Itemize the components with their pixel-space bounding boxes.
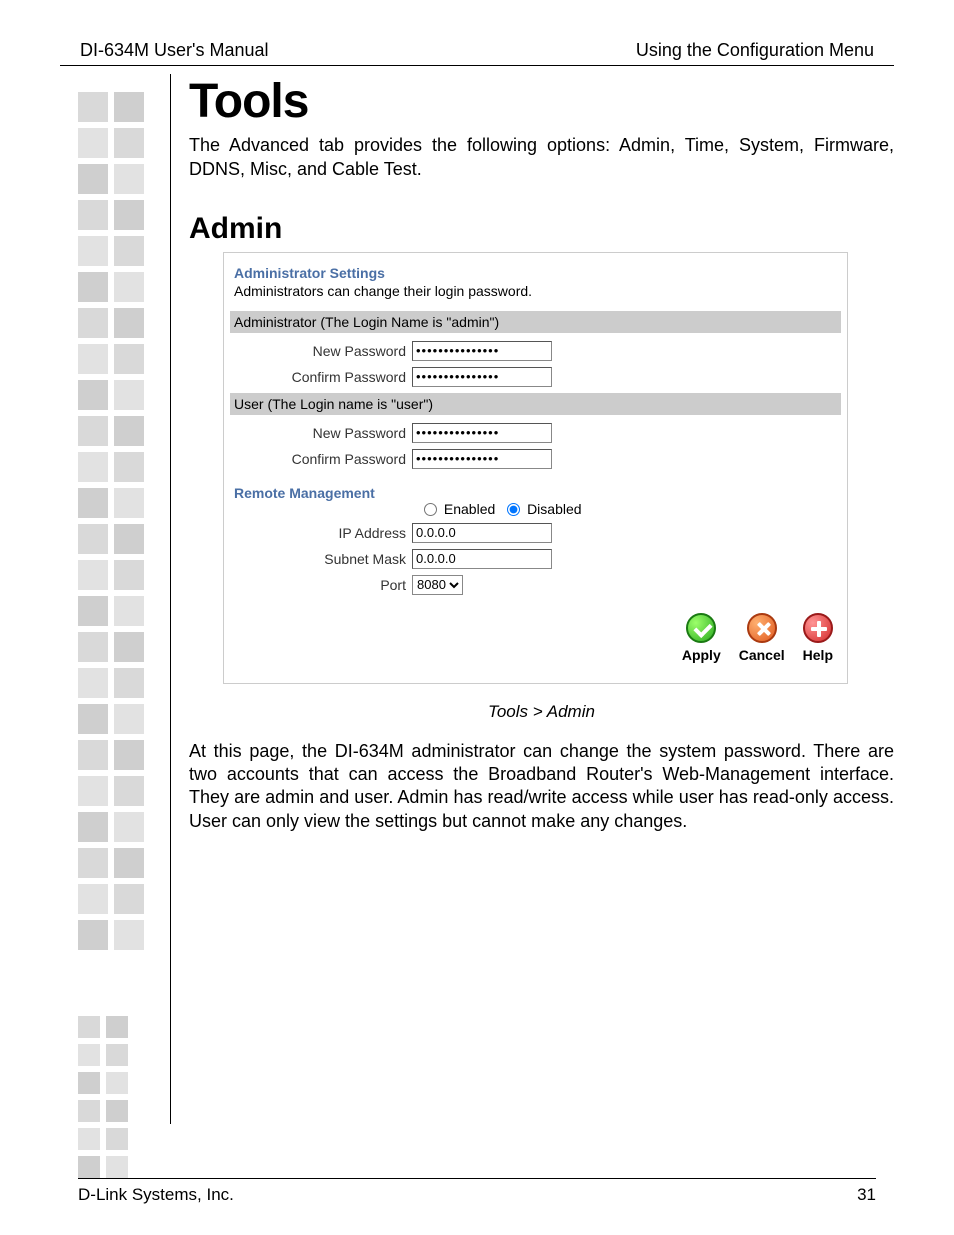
- radio-disabled[interactable]: [507, 503, 520, 516]
- admin-new-password-input[interactable]: [412, 341, 552, 361]
- footer-left: D-Link Systems, Inc.: [78, 1185, 234, 1205]
- radio-enabled-label[interactable]: Enabled: [416, 501, 495, 517]
- section-intro: The Advanced tab provides the following …: [189, 133, 894, 182]
- port-select[interactable]: 8080: [412, 575, 463, 595]
- section-title-admin: Admin: [189, 212, 894, 246]
- label-ip-address: IP Address: [234, 525, 412, 541]
- admin-confirm-password-input[interactable]: [412, 367, 552, 387]
- ip-address-input[interactable]: [412, 523, 552, 543]
- user-section-bar: User (The Login name is "user"): [230, 393, 841, 415]
- label-user-confirm-password: Confirm Password: [234, 451, 412, 467]
- footer-page-number: 31: [857, 1185, 876, 1205]
- body-paragraph: At this page, the DI-634M administrator …: [189, 740, 894, 834]
- label-admin-confirm-password: Confirm Password: [234, 369, 412, 385]
- admin-settings-desc: Administrators can change their login pa…: [234, 283, 837, 299]
- plus-icon: [803, 613, 833, 643]
- remote-management-heading: Remote Management: [234, 485, 837, 501]
- header-left: DI-634M User's Manual: [80, 40, 269, 61]
- figure-caption: Tools > Admin: [189, 702, 894, 722]
- admin-settings-heading: Administrator Settings: [234, 265, 837, 281]
- radio-disabled-label[interactable]: Disabled: [499, 501, 581, 517]
- radio-enabled[interactable]: [424, 503, 437, 516]
- help-button[interactable]: Help: [803, 613, 833, 663]
- check-icon: [686, 613, 716, 643]
- subnet-mask-input[interactable]: [412, 549, 552, 569]
- admin-config-panel: Administrator Settings Administrators ca…: [223, 252, 848, 684]
- cancel-button[interactable]: Cancel: [739, 613, 785, 663]
- label-subnet-mask: Subnet Mask: [234, 551, 412, 567]
- section-title-tools: Tools: [189, 74, 894, 129]
- x-icon: [747, 613, 777, 643]
- label-admin-new-password: New Password: [234, 343, 412, 359]
- user-new-password-input[interactable]: [412, 423, 552, 443]
- decorative-squares: [78, 92, 158, 1184]
- label-user-new-password: New Password: [234, 425, 412, 441]
- admin-section-bar: Administrator (The Login Name is "admin"…: [230, 311, 841, 333]
- label-port: Port: [234, 577, 412, 593]
- user-confirm-password-input[interactable]: [412, 449, 552, 469]
- apply-button[interactable]: Apply: [682, 613, 721, 663]
- header-right: Using the Configuration Menu: [636, 40, 874, 61]
